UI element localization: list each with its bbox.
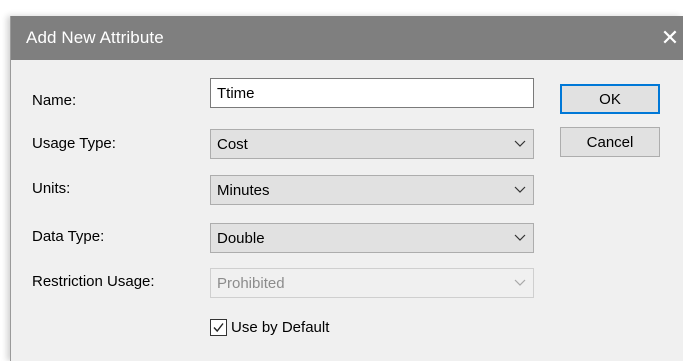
data-type-label: Data Type: bbox=[32, 228, 105, 245]
checkmark-icon bbox=[213, 323, 224, 333]
name-input[interactable]: Ttime bbox=[210, 78, 534, 108]
chevron-down-icon bbox=[507, 224, 533, 252]
name-input-value: Ttime bbox=[217, 84, 255, 102]
add-new-attribute-dialog: Add New Attribute ✕ Name: Ttime Usage Ty… bbox=[10, 16, 683, 361]
chevron-down-icon bbox=[507, 130, 533, 158]
chevron-down-icon bbox=[507, 176, 533, 204]
dialog-titlebar: Add New Attribute ✕ bbox=[11, 16, 683, 60]
use-by-default-option[interactable]: Use by Default bbox=[210, 319, 329, 336]
cancel-button[interactable]: Cancel bbox=[560, 127, 660, 157]
data-type-value: Double bbox=[217, 229, 265, 247]
data-type-select[interactable]: Double bbox=[210, 223, 534, 253]
name-label: Name: bbox=[32, 92, 77, 109]
usage-type-value: Cost bbox=[217, 135, 248, 153]
units-label: Units: bbox=[32, 180, 71, 197]
close-icon[interactable]: ✕ bbox=[657, 16, 683, 60]
units-value: Minutes bbox=[217, 181, 270, 199]
ok-button[interactable]: OK bbox=[560, 84, 660, 114]
use-by-default-checkbox[interactable] bbox=[210, 319, 227, 336]
units-select[interactable]: Minutes bbox=[210, 175, 534, 205]
usage-type-label: Usage Type: bbox=[32, 135, 116, 152]
restriction-usage-label: Restriction Usage: bbox=[32, 273, 155, 290]
use-by-default-label: Use by Default bbox=[231, 319, 330, 336]
restriction-usage-select: Prohibited bbox=[210, 268, 534, 298]
dialog-title: Add New Attribute bbox=[26, 28, 164, 47]
chevron-down-icon bbox=[507, 269, 533, 297]
usage-type-select[interactable]: Cost bbox=[210, 129, 534, 159]
restriction-usage-value: Prohibited bbox=[217, 274, 285, 292]
